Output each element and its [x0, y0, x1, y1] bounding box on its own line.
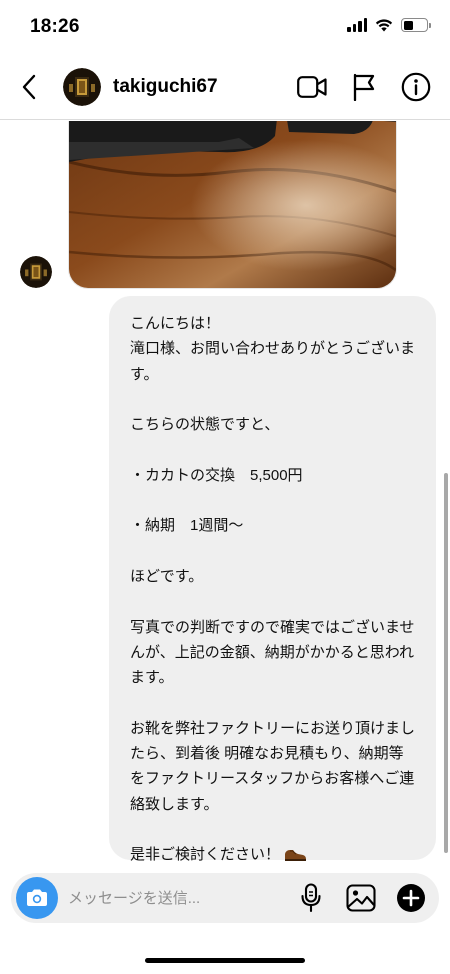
microphone-icon [301, 883, 321, 913]
gallery-button[interactable] [345, 882, 377, 914]
status-bar: 18:26 [0, 0, 450, 54]
message-thread[interactable]: こんにちは！ 滝口様、お問い合わせありがとうございます。 こちらの状態ですと、 … [0, 121, 450, 866]
message-composer [11, 873, 439, 923]
video-camera-icon [297, 76, 327, 98]
gallery-icon [346, 884, 376, 912]
header-actions [296, 71, 432, 103]
battery-icon [401, 18, 431, 32]
message-input[interactable] [68, 873, 288, 923]
message-text: こんにちは！ 滝口様、お問い合わせありがとうございます。 こちらの状態ですと、 … [130, 315, 416, 864]
plus-circle-icon [397, 884, 425, 912]
info-icon [401, 72, 431, 102]
sent-message-bubble[interactable]: こんにちは！ 滝口様、お問い合わせありがとうございます。 こちらの状態ですと、 … [109, 296, 436, 863]
back-button[interactable] [14, 70, 44, 104]
sender-avatar[interactable] [20, 256, 52, 288]
received-photo[interactable] [68, 121, 397, 289]
camera-icon [27, 889, 47, 906]
chat-header: takiguchi67 [0, 54, 450, 120]
scrollbar[interactable] [444, 473, 448, 853]
wifi-icon [375, 19, 393, 32]
shoe-emoji [285, 850, 307, 862]
voice-message-button[interactable] [295, 882, 327, 914]
composer-actions [295, 882, 427, 914]
flag-icon [353, 73, 375, 101]
home-indicator [145, 958, 305, 963]
header-avatar[interactable] [63, 68, 101, 106]
cellular-signal-icon [347, 18, 367, 32]
add-button[interactable] [395, 882, 427, 914]
chat-username[interactable]: takiguchi67 [113, 76, 218, 98]
status-time: 18:26 [30, 16, 80, 37]
info-button[interactable] [400, 71, 432, 103]
camera-button[interactable] [16, 877, 58, 919]
video-call-button[interactable] [296, 71, 328, 103]
status-icons [347, 18, 431, 32]
report-button[interactable] [348, 71, 380, 103]
chevron-left-icon [22, 74, 36, 100]
